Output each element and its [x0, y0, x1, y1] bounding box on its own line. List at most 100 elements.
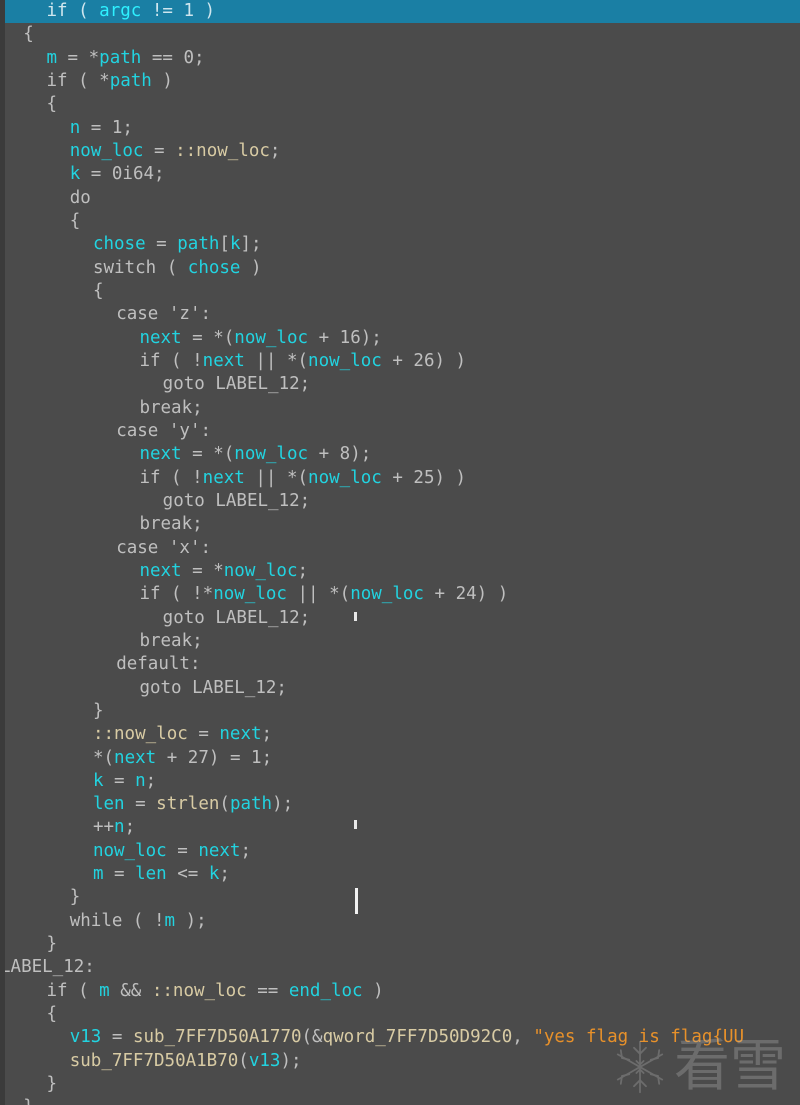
code-line[interactable]: next = *now_loc; — [0, 560, 800, 583]
code-listing[interactable]: if ( argc != 1 ){m = *path == 0; if ( *pa… — [0, 0, 800, 1105]
code-token-local[interactable]: m — [99, 981, 110, 1001]
code-line[interactable]: next = *(now_loc + 8); — [0, 443, 800, 466]
code-line[interactable]: goto LABEL_12; — [0, 490, 800, 513]
code-line[interactable]: switch ( chose ) — [0, 257, 800, 280]
code-token-local[interactable]: chose — [93, 234, 146, 254]
code-line[interactable]: goto LABEL_12; — [0, 373, 800, 396]
code-token-local[interactable]: next — [219, 724, 261, 744]
code-token-local[interactable]: now_loc — [234, 444, 308, 464]
code-line[interactable]: } — [0, 1073, 800, 1096]
code-token-label[interactable]: LABEL_12 — [215, 374, 299, 394]
code-line[interactable]: now_loc = next; — [0, 840, 800, 863]
code-token-local[interactable]: len — [93, 794, 125, 814]
code-line[interactable]: if ( *path ) — [0, 70, 800, 93]
code-line[interactable]: do — [0, 187, 800, 210]
code-line[interactable]: while ( !m ); — [0, 910, 800, 933]
code-line-highlighted[interactable]: if ( argc != 1 ) — [0, 0, 800, 24]
code-token-local[interactable]: n — [70, 118, 81, 138]
code-line[interactable]: if ( !*now_loc || *(now_loc + 24) ) — [0, 583, 800, 606]
code-token-local[interactable]: now_loc — [308, 468, 382, 488]
code-token-local[interactable]: m — [165, 911, 176, 931]
code-line[interactable]: if ( !next || *(now_loc + 26) ) — [0, 350, 800, 373]
code-token-local[interactable]: path — [99, 48, 141, 68]
code-token-label[interactable]: LABEL_12 — [215, 608, 299, 628]
code-token-global[interactable]: qword_7FF7D50D92C0 — [323, 1027, 513, 1047]
code-line[interactable]: n = 1; — [0, 117, 800, 140]
code-line[interactable]: m = *path == 0; — [0, 47, 800, 70]
code-line[interactable]: v13 = sub_7FF7D50A1770(&qword_7FF7D50D92… — [0, 1026, 800, 1049]
code-line[interactable]: } — [0, 933, 800, 956]
code-token-local[interactable]: now_loc — [93, 841, 167, 861]
code-line[interactable]: } — [0, 1096, 800, 1105]
code-token-local[interactable]: next — [203, 351, 245, 371]
code-token-local[interactable]: path — [230, 794, 272, 814]
code-line[interactable]: goto LABEL_12; — [0, 607, 800, 630]
code-token-global[interactable]: strlen — [156, 794, 219, 814]
code-line[interactable]: len = strlen(path); — [0, 793, 800, 816]
code-line[interactable]: k = 0i64; — [0, 163, 800, 186]
code-token-local[interactable]: path — [177, 234, 219, 254]
code-token-global[interactable]: ::now_loc — [175, 141, 270, 161]
code-line[interactable]: { — [0, 23, 800, 46]
code-token-local[interactable]: now_loc — [234, 328, 308, 348]
code-line[interactable]: *(next + 27) = 1; — [0, 747, 800, 770]
code-token-local[interactable]: n — [135, 771, 146, 791]
code-token-local[interactable]: next — [139, 328, 181, 348]
pseudocode-view[interactable]: if ( argc != 1 ){m = *path == 0; if ( *pa… — [0, 0, 800, 1105]
code-token-local[interactable]: now_loc — [308, 351, 382, 371]
code-token-local[interactable]: k — [70, 164, 81, 184]
code-line[interactable]: break; — [0, 397, 800, 420]
code-token-label[interactable]: LABEL_12 — [192, 678, 276, 698]
code-token-global[interactable]: sub_7FF7D50A1B70 — [70, 1051, 239, 1071]
code-token-local[interactable]: next — [114, 748, 156, 768]
code-token-local[interactable]: chose — [188, 258, 241, 278]
code-line[interactable]: { — [0, 280, 800, 303]
code-token-local[interactable]: v13 — [70, 1027, 102, 1047]
code-token-label[interactable]: LABEL_12: — [0, 957, 95, 977]
code-token-local[interactable]: next — [139, 444, 181, 464]
code-line[interactable]: { — [0, 93, 800, 116]
code-token-label[interactable]: LABEL_12 — [215, 491, 299, 511]
code-line[interactable]: break; — [0, 630, 800, 653]
code-token-local[interactable]: m — [93, 864, 104, 884]
code-line[interactable]: case 'y': — [0, 420, 800, 443]
code-line[interactable]: { — [0, 210, 800, 233]
code-token-local[interactable]: m — [46, 48, 57, 68]
code-line[interactable]: ++n; — [0, 816, 800, 839]
code-token-local[interactable]: n — [114, 817, 125, 837]
code-token-global[interactable]: sub_7FF7D50A1770 — [133, 1027, 302, 1047]
code-line[interactable]: if ( m && ::now_loc == end_loc ) — [0, 980, 800, 1003]
code-token-local[interactable]: next — [198, 841, 240, 861]
code-token-local[interactable]: len — [135, 864, 167, 884]
code-token-local[interactable]: k — [230, 234, 241, 254]
code-line[interactable]: } — [0, 886, 800, 909]
code-line[interactable]: if ( !next || *(now_loc + 25) ) — [0, 467, 800, 490]
code-token-local[interactable]: v13 — [249, 1051, 281, 1071]
code-line[interactable]: break; — [0, 513, 800, 536]
code-token-local[interactable]: next — [203, 468, 245, 488]
code-line[interactable]: LABEL_12: — [0, 956, 800, 979]
code-line[interactable]: case 'x': — [0, 537, 800, 560]
code-token-global[interactable]: ::now_loc — [152, 981, 247, 1001]
code-line[interactable]: } — [0, 700, 800, 723]
code-line[interactable]: sub_7FF7D50A1B70(v13); — [0, 1050, 800, 1073]
code-line[interactable]: k = n; — [0, 770, 800, 793]
code-token-local[interactable]: k — [93, 771, 104, 791]
code-token-local[interactable]: now_loc — [70, 141, 144, 161]
code-token-local[interactable]: argc — [99, 1, 141, 21]
code-token-local[interactable]: now_loc — [350, 584, 424, 604]
code-line[interactable]: next = *(now_loc + 16); — [0, 327, 800, 350]
code-token-local[interactable]: next — [139, 561, 181, 581]
code-line[interactable]: now_loc = ::now_loc; — [0, 140, 800, 163]
code-line[interactable]: { — [0, 1003, 800, 1026]
code-line[interactable]: case 'z': — [0, 303, 800, 326]
code-line[interactable]: chose = path[k]; — [0, 233, 800, 256]
code-line[interactable]: default: — [0, 653, 800, 676]
code-line[interactable]: goto LABEL_12; — [0, 677, 800, 700]
code-token-local[interactable]: path — [110, 71, 152, 91]
code-line[interactable]: ::now_loc = next; — [0, 723, 800, 746]
code-token-local[interactable]: end_loc — [289, 981, 363, 1001]
code-token-local[interactable]: now_loc — [224, 561, 298, 581]
code-token-local[interactable]: k — [209, 864, 220, 884]
code-token-local[interactable]: now_loc — [213, 584, 287, 604]
